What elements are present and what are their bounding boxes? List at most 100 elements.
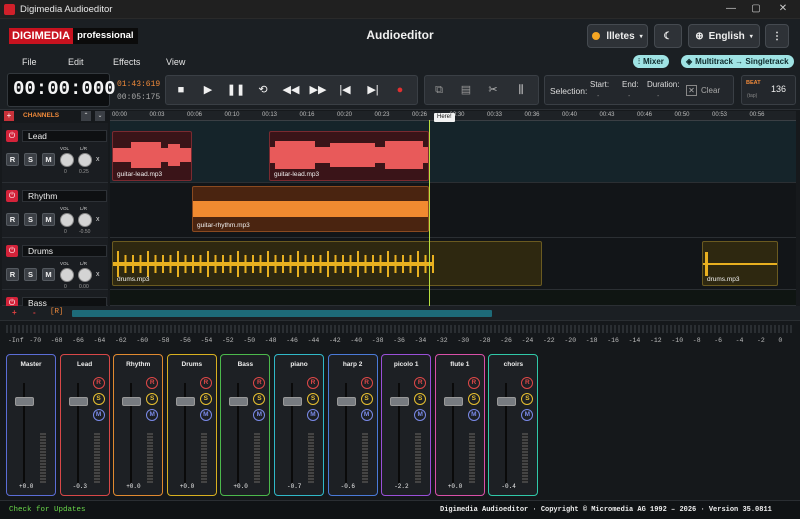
record-arm-button[interactable]: R xyxy=(6,268,19,281)
menu-file[interactable]: File xyxy=(22,57,37,67)
solo-button[interactable]: S xyxy=(24,213,37,226)
mute-button[interactable]: M xyxy=(199,409,212,421)
mixer-toggle[interactable]: ⫶ Mixer xyxy=(633,55,669,68)
remove-track-button[interactable]: x xyxy=(96,271,100,278)
mute-button[interactable]: M xyxy=(360,409,373,421)
theme-toggle-button[interactable]: ☾ xyxy=(654,24,682,48)
playhead[interactable] xyxy=(429,120,430,306)
solo-button[interactable]: S xyxy=(146,393,159,405)
fader-handle[interactable] xyxy=(175,397,195,406)
solo-button[interactable]: S xyxy=(521,393,534,405)
clip-lead-2[interactable]: guitar-lead.mp3 xyxy=(269,131,429,181)
mute-button[interactable]: M xyxy=(253,409,266,421)
clip-drums-1[interactable]: drums.mp3 xyxy=(112,241,542,286)
mute-button[interactable]: M xyxy=(146,409,159,421)
record-button[interactable]: R xyxy=(146,377,159,389)
rewind-button[interactable]: ◀◀ xyxy=(281,80,301,100)
record-button[interactable]: R xyxy=(360,377,373,389)
collapse-all-button[interactable]: ⌃ xyxy=(81,111,91,121)
cut-button[interactable]: ✂ xyxy=(483,80,503,100)
track-name[interactable]: Drums xyxy=(22,245,107,257)
multitrack-toggle[interactable]: ◈ Multitrack → Singletrack xyxy=(681,55,794,68)
record-button[interactable]: R xyxy=(467,377,480,389)
tap-label[interactable]: (tap) xyxy=(747,93,757,99)
clip-drums-2[interactable]: drums.mp3 xyxy=(702,241,778,286)
clip-rhythm[interactable]: guitar-rhythm.mp3 xyxy=(192,186,429,232)
clear-selection-button[interactable]: ✕ Clear xyxy=(686,83,730,97)
record-button[interactable]: R xyxy=(307,377,319,389)
power-icon[interactable]: ⏻ xyxy=(6,245,18,257)
lane-bass[interactable] xyxy=(110,290,796,306)
horizontal-scrollbar[interactable] xyxy=(72,310,492,317)
user-button[interactable]: llletes ▾ xyxy=(587,24,648,48)
mute-button[interactable]: M xyxy=(92,409,105,421)
fader-handle[interactable] xyxy=(68,397,88,406)
bpm-value[interactable]: 136 xyxy=(771,84,786,94)
maximize-button[interactable]: ▢ xyxy=(745,2,767,16)
record-button[interactable]: R xyxy=(199,377,212,389)
mute-button[interactable]: M xyxy=(42,213,55,226)
mute-button[interactable]: M xyxy=(42,153,55,166)
mute-button[interactable]: M xyxy=(521,409,534,421)
solo-button[interactable]: S xyxy=(360,393,373,405)
loop-button[interactable]: ⟲ xyxy=(253,80,273,100)
fader-handle[interactable] xyxy=(336,397,356,406)
record-arm-button[interactable]: R xyxy=(6,153,19,166)
fast-forward-button[interactable]: ▶▶ xyxy=(308,80,328,100)
lane-lead[interactable] xyxy=(110,121,796,183)
solo-button[interactable]: S xyxy=(467,393,480,405)
skip-end-button[interactable]: ▶| xyxy=(363,80,383,100)
more-menu-button[interactable]: ⋮ xyxy=(765,24,789,48)
mute-button[interactable]: M xyxy=(414,409,427,421)
record-arm-button[interactable]: R xyxy=(6,213,19,226)
fader-handle[interactable] xyxy=(497,397,517,406)
check-updates-link[interactable]: Check for Updates xyxy=(9,506,86,514)
copy-button[interactable]: ⧉ xyxy=(429,80,449,100)
pause-button[interactable]: ❚❚ xyxy=(226,80,246,100)
record-button[interactable]: R xyxy=(521,377,534,389)
track-name[interactable]: Rhythm xyxy=(22,190,107,202)
record-button[interactable]: R xyxy=(92,377,105,389)
language-button[interactable]: ⊕ English ▾ xyxy=(688,24,760,48)
zoom-reset-button[interactable]: [R] xyxy=(50,308,64,316)
play-button[interactable]: ▶ xyxy=(198,80,218,100)
record-button[interactable]: ● xyxy=(390,80,410,100)
solo-button[interactable]: S xyxy=(24,153,37,166)
record-button[interactable]: R xyxy=(414,377,427,389)
skip-start-button[interactable]: |◀ xyxy=(335,80,355,100)
volume-knob[interactable] xyxy=(60,268,74,282)
clip-lead-1[interactable]: guitar-lead.mp3 xyxy=(112,131,192,181)
fader-handle[interactable] xyxy=(443,397,463,406)
remove-track-button[interactable]: x xyxy=(96,156,100,163)
close-button[interactable]: ✕ xyxy=(772,2,794,16)
menu-edit[interactable]: Edit xyxy=(68,57,84,67)
menu-effects[interactable]: Effects xyxy=(113,57,140,67)
fader-handle[interactable] xyxy=(229,397,249,406)
expand-all-button[interactable]: ⌄ xyxy=(95,111,105,121)
mute-button[interactable]: M xyxy=(467,409,480,421)
pan-knob[interactable] xyxy=(78,213,92,227)
fader-handle[interactable] xyxy=(283,397,302,406)
solo-button[interactable]: S xyxy=(24,268,37,281)
minimize-button[interactable]: — xyxy=(720,2,742,16)
volume-knob[interactable] xyxy=(60,153,74,167)
add-channel-button[interactable]: + xyxy=(4,111,14,121)
track-name[interactable]: Lead xyxy=(22,130,107,142)
stop-button[interactable]: ■ xyxy=(171,80,191,100)
waveform-button[interactable]: ⫼ xyxy=(511,80,531,100)
fader-handle[interactable] xyxy=(122,397,142,406)
zoom-out-button[interactable]: - xyxy=(33,308,36,317)
fader-handle[interactable] xyxy=(15,397,34,406)
solo-button[interactable]: S xyxy=(253,393,266,405)
solo-button[interactable]: S xyxy=(307,393,319,405)
solo-button[interactable]: S xyxy=(92,393,105,405)
fader-handle[interactable] xyxy=(390,397,410,406)
solo-button[interactable]: S xyxy=(199,393,212,405)
zoom-in-button[interactable]: + xyxy=(12,308,17,317)
solo-button[interactable]: S xyxy=(414,393,427,405)
pan-knob[interactable] xyxy=(78,153,92,167)
volume-knob[interactable] xyxy=(60,213,74,227)
remove-track-button[interactable]: x xyxy=(96,216,100,223)
pan-knob[interactable] xyxy=(78,268,92,282)
power-icon[interactable]: ⏻ xyxy=(6,130,18,142)
